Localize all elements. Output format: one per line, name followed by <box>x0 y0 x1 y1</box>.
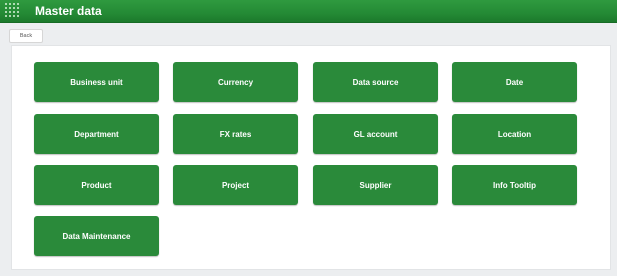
tile-project[interactable]: Project <box>173 165 298 205</box>
tile-fx-rates[interactable]: FX rates <box>173 114 298 154</box>
page-title: Master data <box>35 4 102 18</box>
tile-data-maintenance[interactable]: Data Maintenance <box>34 216 159 256</box>
grid-dots-icon[interactable] <box>5 3 21 19</box>
tile-currency[interactable]: Currency <box>173 62 298 102</box>
app-header: Master data <box>0 0 617 23</box>
tile-gl-account[interactable]: GL account <box>313 114 438 154</box>
tile-date[interactable]: Date <box>452 62 577 102</box>
back-button[interactable]: Back <box>9 29 43 43</box>
master-data-panel: Business unit Currency Data source Date … <box>11 45 611 270</box>
tile-info-tooltip[interactable]: Info Tooltip <box>452 165 577 205</box>
tile-data-source[interactable]: Data source <box>313 62 438 102</box>
tile-location[interactable]: Location <box>452 114 577 154</box>
tile-supplier[interactable]: Supplier <box>313 165 438 205</box>
tile-product[interactable]: Product <box>34 165 159 205</box>
tile-department[interactable]: Department <box>34 114 159 154</box>
tile-business-unit[interactable]: Business unit <box>34 62 159 102</box>
